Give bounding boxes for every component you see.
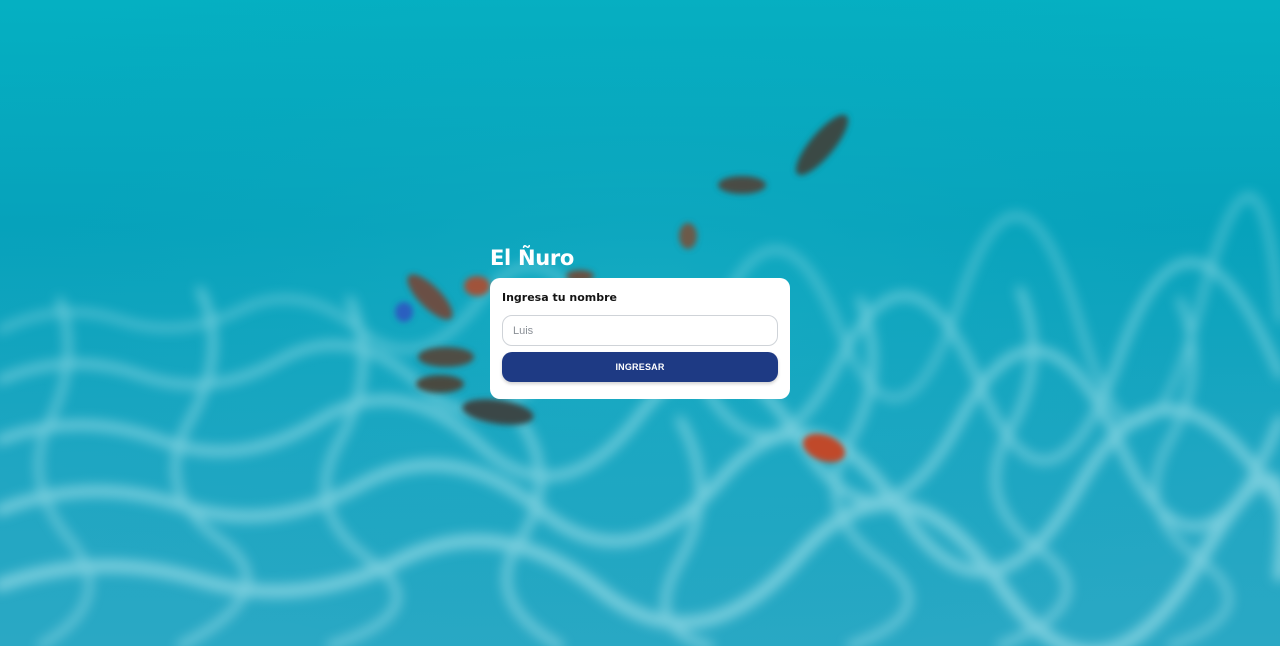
app-title: El Ñuro <box>490 246 575 270</box>
name-input[interactable] <box>502 315 778 346</box>
submit-button[interactable]: INGRESAR <box>502 352 778 382</box>
login-card: Ingresa tu nombre INGRESAR <box>490 278 790 399</box>
name-label: Ingresa tu nombre <box>502 291 618 304</box>
